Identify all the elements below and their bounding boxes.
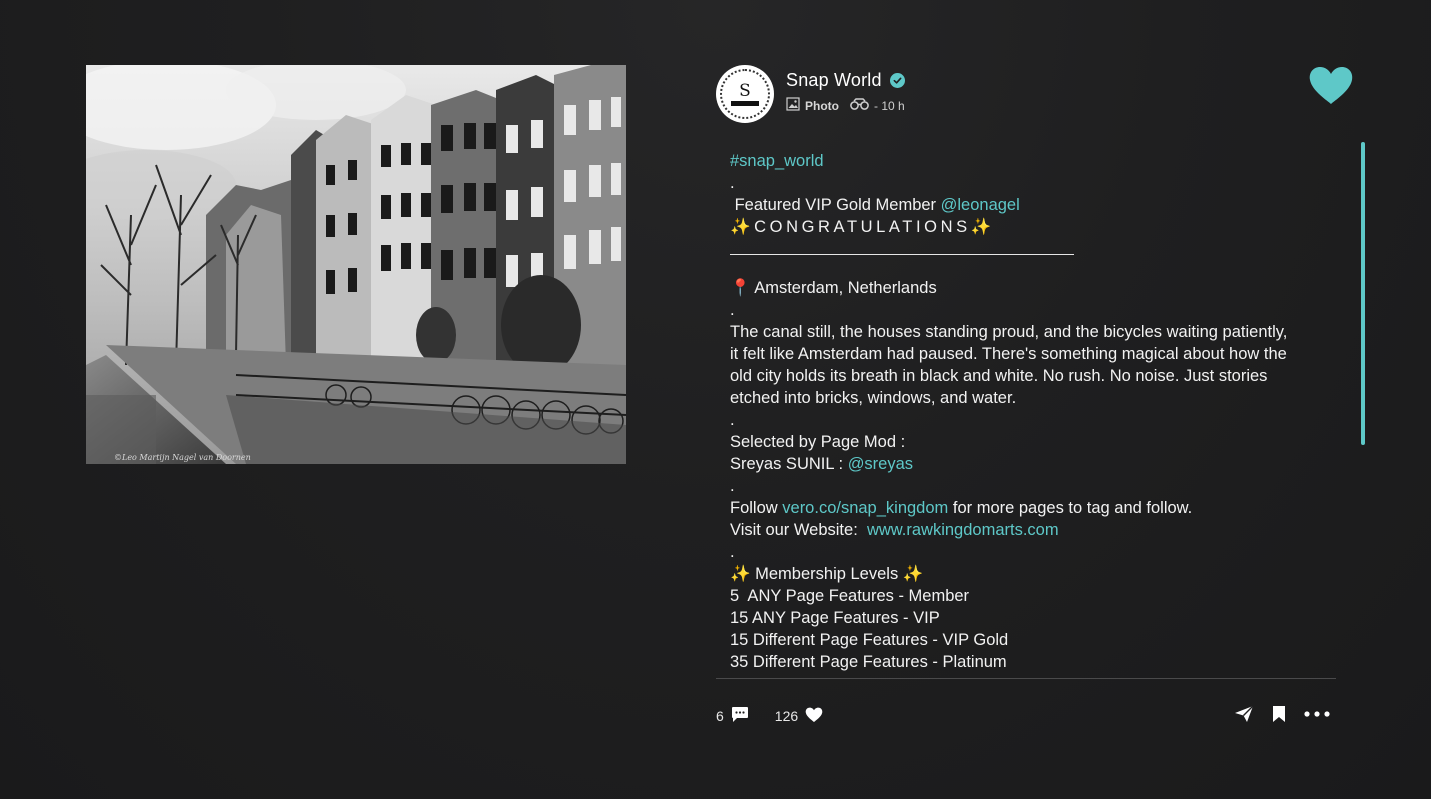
follow-line: Follow vero.co/snap_kingdom for more pag…: [730, 497, 1300, 519]
mod-handle-link[interactable]: @sreyas: [848, 455, 913, 473]
caption-dot: .: [730, 543, 735, 561]
caption-scroll-area[interactable]: #snap_world . Featured VIP Gold Member @…: [716, 150, 1336, 678]
website-prefix: Visit our Website:: [730, 521, 867, 539]
likes-button[interactable]: 126: [775, 707, 823, 726]
caption-dot: .: [730, 477, 735, 495]
mod-line: Sreyas SUNIL : @sreyas: [730, 453, 1300, 475]
mod-name: Sreyas SUNIL :: [730, 455, 848, 473]
account-avatar[interactable]: S: [716, 65, 774, 123]
membership-level: 35 Different Page Features - Platinum: [730, 653, 1007, 671]
post-type-label: Photo: [805, 98, 839, 113]
bookmark-icon[interactable]: [1272, 705, 1286, 723]
post-actions: [1234, 705, 1330, 723]
story-text: The canal still, the houses standing pro…: [730, 323, 1288, 407]
membership-level: 15 Different Page Features - VIP Gold: [730, 631, 1009, 649]
comment-icon: [731, 706, 749, 726]
share-send-icon[interactable]: [1234, 705, 1254, 723]
like-count: 126: [774, 708, 799, 724]
post-photo[interactable]: ©Leo Martijn Nagel van Doornen: [86, 65, 626, 464]
avatar-letter: S: [739, 80, 751, 101]
membership-level: 15 ANY Page Features - VIP: [730, 609, 940, 627]
membership-level: 5 ANY Page Features - Member: [730, 587, 970, 605]
comment-count: 6: [716, 708, 724, 724]
selected-by-text: Selected by Page Mod :: [730, 433, 906, 451]
caption-divider: [730, 238, 1074, 255]
website-link[interactable]: www.rawkingdomarts.com: [867, 521, 1059, 539]
location-pin-icon: 📍: [730, 279, 751, 297]
account-name[interactable]: Snap World: [786, 70, 882, 91]
caption-dot: .: [730, 174, 735, 192]
footer-divider: [716, 678, 1336, 679]
like-heart-icon: [805, 707, 823, 726]
caption-line: #snap_world: [730, 150, 1300, 172]
location-line: 📍 Amsterdam, Netherlands: [730, 277, 1300, 299]
caption-dot: .: [730, 411, 735, 429]
caption-scrollbar[interactable]: [1361, 142, 1365, 445]
membership-title: ✨ Membership Levels ✨: [730, 565, 924, 583]
caption-dot: .: [730, 301, 735, 319]
comments-button[interactable]: 6: [716, 706, 749, 726]
avatar-logo: S: [720, 69, 770, 119]
caption-line: Featured VIP Gold Member @leonagel: [730, 194, 1300, 216]
post-meta: Photo - 10 h: [786, 97, 905, 114]
account-name-row: Snap World: [786, 70, 905, 91]
photo-type-icon: [786, 97, 800, 114]
more-dots-icon[interactable]: [1304, 711, 1330, 717]
post-caption: #snap_world . Featured VIP Gold Member @…: [716, 150, 1300, 673]
amsterdam-canal-photo: [86, 65, 626, 464]
binoculars-icon: [850, 98, 869, 113]
verified-icon: [889, 73, 905, 88]
follow-link[interactable]: vero.co/snap_kingdom: [782, 499, 948, 517]
follow-prefix: Follow: [730, 499, 783, 517]
featured-handle-link[interactable]: @leonagel: [941, 196, 1020, 214]
like-heart-icon[interactable]: [1308, 66, 1354, 106]
location-text: Amsterdam, Netherlands: [750, 279, 937, 297]
website-line: Visit our Website: www.rawkingdomarts.co…: [730, 519, 1300, 541]
follow-suffix: for more pages to tag and follow.: [948, 499, 1193, 517]
featured-text: Featured VIP Gold Member: [730, 196, 941, 214]
photo-watermark: ©Leo Martijn Nagel van Doornen: [114, 453, 251, 462]
post-stats: 6 126: [716, 706, 849, 726]
post-time: - 10 h: [874, 98, 905, 113]
congrats-line: ✨CONGRATULATIONS✨: [730, 218, 995, 236]
hashtag-link[interactable]: #snap_world: [730, 152, 824, 170]
post-detail-page: ©Leo Martijn Nagel van Doornen S Snap Wo…: [0, 0, 1431, 799]
avatar-bar: [731, 100, 759, 106]
